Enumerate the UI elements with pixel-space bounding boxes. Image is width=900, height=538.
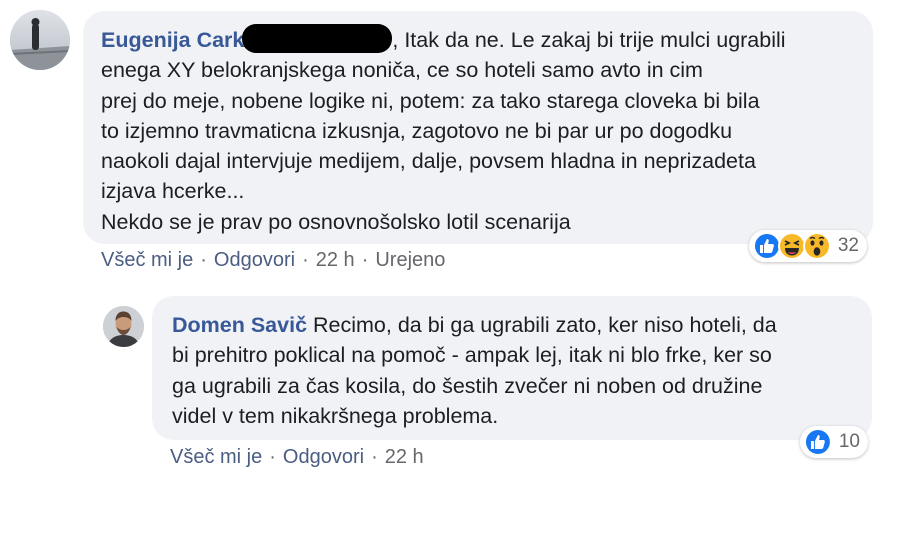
avatar-photo	[10, 10, 70, 70]
comment-line: ga ugrabili za čas kosila, do šestih zve…	[172, 373, 763, 398]
reaction-count: 10	[838, 431, 860, 452]
separator: ·	[302, 249, 309, 271]
comment-text: Eugenija Cark , Itak da ne. Le zakaj bi t…	[101, 24, 855, 237]
comment-line: Nekdo se je prav po osnovnošolsko lotil …	[101, 209, 571, 234]
like-button[interactable]: Všeč mi je	[170, 446, 262, 468]
edited-label[interactable]: Urejeno	[375, 249, 445, 271]
comment-author[interactable]: Eugenija Cark	[101, 28, 244, 52]
comment-line: to izjemno travmaticna izkusnja, zagotov…	[101, 118, 733, 143]
reply-bubble: Domen Savič Recimo, da bi ga ugrabili za…	[152, 296, 872, 440]
comment-actions: Všeč mi je · Odgovori · 22 h · Urejeno	[101, 249, 445, 272]
reaction-count: 32	[837, 235, 859, 256]
separator: ·	[361, 249, 369, 271]
reply-button[interactable]: Odgovori	[283, 446, 364, 468]
comment-line: enega XY belokranjskega noniča, ce so ho…	[101, 58, 703, 83]
comment-author[interactable]: Domen Savič	[172, 313, 307, 337]
comment-line: prej do meje, nobene logike ni, potem: z…	[101, 88, 760, 113]
avatar[interactable]	[10, 10, 70, 70]
timestamp[interactable]: 22 h	[385, 446, 424, 468]
comment-line: naokoli dajal intervjuje medijem, dalje,…	[101, 149, 756, 174]
reaction-summary[interactable]: 32	[749, 230, 867, 262]
comment-text: Domen Savič Recimo, da bi ga ugrabili za…	[172, 310, 852, 431]
comment-line: izjava hcerke...	[101, 179, 245, 204]
comment-line: bi prehitro poklical na pomoč - ampak le…	[172, 343, 772, 368]
avatar[interactable]	[103, 306, 144, 347]
reaction-summary[interactable]: 10	[800, 426, 868, 458]
avatar-photo	[103, 306, 144, 347]
redaction-mark	[242, 24, 393, 53]
timestamp[interactable]: 22 h	[316, 249, 355, 271]
wow-icon	[802, 232, 831, 260]
separator: ·	[269, 446, 276, 468]
comment-line: videl v tem nikakršnega problema.	[172, 403, 499, 428]
reply-button[interactable]: Odgovori	[214, 249, 295, 271]
comment-line: Recimo, da bi ga ugrabili zato, ker niso…	[307, 313, 777, 337]
like-button[interactable]: Všeč mi je	[101, 249, 193, 271]
separator: ·	[371, 446, 378, 468]
like-icon	[803, 428, 832, 456]
comment-bubble: Eugenija Cark , Itak da ne. Le zakaj bi t…	[83, 11, 873, 244]
comment-line: , Itak da ne. Le zakaj bi trije mulci ug…	[392, 28, 786, 52]
separator: ·	[200, 249, 207, 271]
comment-actions: Všeč mi je · Odgovori · 22 h	[170, 446, 424, 469]
